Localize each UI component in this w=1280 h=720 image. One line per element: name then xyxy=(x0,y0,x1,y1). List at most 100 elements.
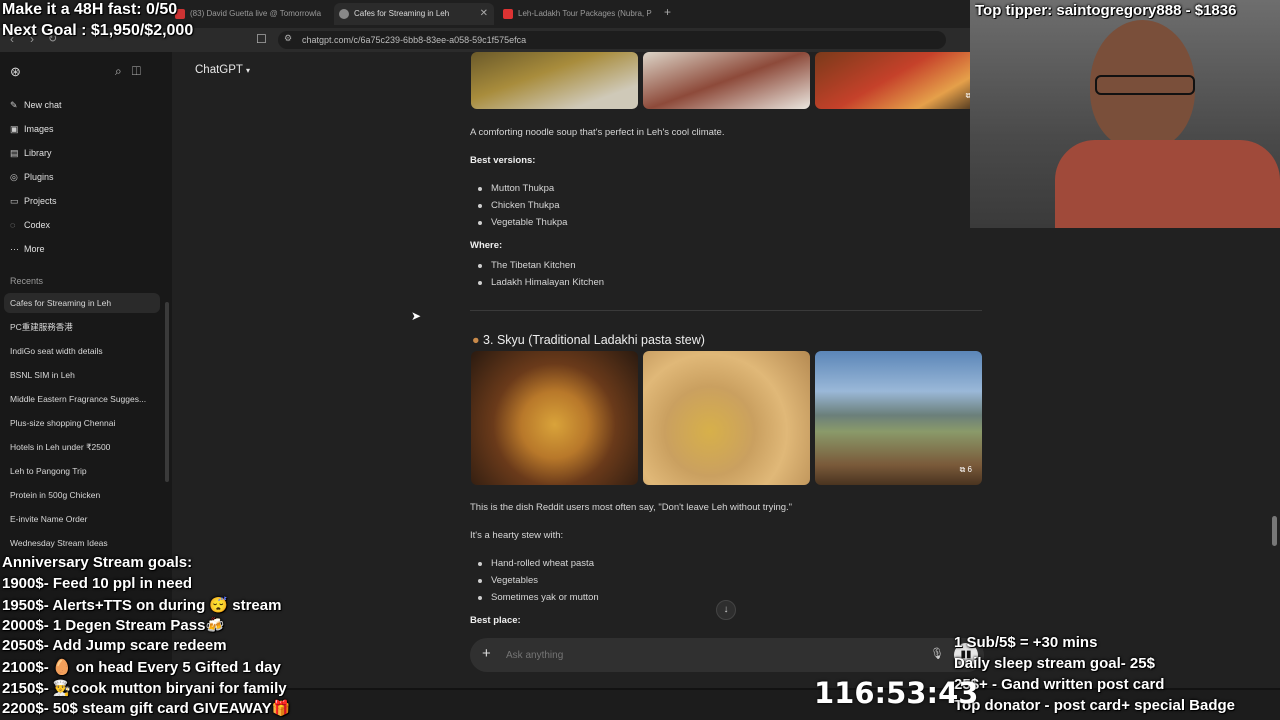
best-place-label: Best place: xyxy=(470,615,521,626)
close-icon[interactable]: ✕ xyxy=(480,3,488,25)
list-item: The Tibetan Kitchen xyxy=(478,260,576,271)
list-item: Hand-rolled wheat pasta xyxy=(478,558,594,569)
nav-new-chat[interactable]: ✎ New chat xyxy=(10,100,62,111)
anniversary-goal: 1900$- Feed 10 ppl in need xyxy=(2,575,193,592)
tab-david-guetta[interactable]: (83) David Guetta live @ Tomorrowla xyxy=(170,3,330,25)
chatgpt-icon xyxy=(339,9,349,19)
list-item: Ladakh Himalayan Kitchen xyxy=(477,277,605,288)
add-attachment-button[interactable]: + xyxy=(482,645,491,662)
glasses xyxy=(1095,75,1195,95)
arrow-down-icon: ↓ xyxy=(723,604,729,615)
sub-info-line: 1 Sub/5$ = +30 mins xyxy=(954,634,1098,651)
anniversary-goal: 2000$- 1 Degen Stream Pass🍻 xyxy=(2,617,225,634)
thukpa-image-1[interactable] xyxy=(471,52,638,109)
fast-goal-overlay: Make it a 48H fast: 0/50 xyxy=(2,1,178,18)
site-info-icon[interactable]: ⚙ xyxy=(284,33,292,44)
thukpa-image-3[interactable]: ⧉ 6 xyxy=(815,52,982,109)
sub-info-line: 25$+ - Gand written post card xyxy=(954,676,1165,693)
best-versions-label: Best versions: xyxy=(470,155,536,166)
composer: + 🎙 ▮▮ xyxy=(470,638,984,672)
stream-timer: 116:53:43 xyxy=(814,676,979,710)
tab-leh-ladakh-tours[interactable]: Leh-Ladakh Tour Packages (Nubra, P xyxy=(498,3,658,25)
sub-info-line: Top donator - post card+ special Badge xyxy=(954,697,1236,714)
nav-label: Library xyxy=(24,148,52,158)
skyu-description: This is the dish Reddit users most often… xyxy=(470,502,793,513)
sidebar-tools: ⌕ ◫ xyxy=(115,64,141,79)
prompt-input[interactable] xyxy=(504,646,904,664)
search-icon[interactable]: ⌕ xyxy=(115,64,122,78)
top-tipper-overlay: Top tipper: saintogregory888 - $1836 xyxy=(975,2,1237,19)
image-count-badge: ⧉ 6 xyxy=(960,465,972,475)
skyu-image-3[interactable]: ⧉ 6 xyxy=(815,351,982,485)
nav-library[interactable]: ▤ Library xyxy=(10,148,52,159)
bookmark-icon[interactable]: ☐ xyxy=(256,32,267,46)
recent-chat-item[interactable]: Wednesday Stream Ideas xyxy=(4,533,160,553)
sidebar-scrollbar[interactable] xyxy=(165,302,169,482)
skyu-image-2[interactable] xyxy=(643,351,810,485)
nav-label: New chat xyxy=(24,100,62,110)
tab-cafes-for-streaming[interactable]: Cafes for Streaming in Leh ✕ xyxy=(334,3,494,25)
thukpa-intro: A comforting noodle soup that's perfect … xyxy=(470,127,725,138)
recent-chat-item[interactable]: Hotels in Leh under ₹2500 xyxy=(4,437,160,457)
mouse-cursor-icon: ➤ xyxy=(411,309,422,323)
anniversary-goal: 1950$- Alerts+TTS on during 😴 stream xyxy=(2,597,282,614)
recent-chat-item[interactable]: Cafes for Streaming in Leh xyxy=(4,293,160,313)
streamer-shirt xyxy=(1055,140,1280,228)
list-item: Sometimes yak or mutton xyxy=(478,592,599,603)
tab-label: Leh-Ladakh Tour Packages (Nubra, P xyxy=(518,9,652,18)
where-label: Where: xyxy=(470,240,503,251)
anniversary-title: Anniversary Stream goals: xyxy=(2,554,193,571)
site-icon xyxy=(503,9,513,19)
url-field[interactable]: chatgpt.com/c/6a75c239-6bb8-83ee-a058-59… xyxy=(278,31,946,49)
edit-icon: ✎ xyxy=(10,100,18,110)
anniversary-goal: 2050$- Add Jump scare redeem xyxy=(2,637,227,654)
folder-icon: ▭ xyxy=(10,196,19,206)
recents-heading: Recents xyxy=(10,276,44,286)
tab-label: (83) David Guetta live @ Tomorrowla xyxy=(190,9,322,18)
nav-images[interactable]: ▣ Images xyxy=(10,124,54,135)
recent-chat-item[interactable]: Leh to Pangong Trip xyxy=(4,461,160,481)
list-item: Vegetables xyxy=(477,575,539,586)
nav-label: Plugins xyxy=(24,172,54,182)
codex-icon: ◌ xyxy=(10,220,16,230)
scroll-down-button[interactable]: ↓ xyxy=(716,600,736,620)
nav-label: Codex xyxy=(24,220,51,230)
section-heading: ● 3. Skyu (Traditional Ladakhi pasta ste… xyxy=(472,333,705,347)
anniversary-goal: 2200$- 50$ steam gift card GIVEAWAY🎁 xyxy=(2,700,291,717)
recent-chat-item[interactable]: IndiGo seat width details xyxy=(4,341,160,361)
nav-label: More xyxy=(24,244,45,254)
nav-plugins[interactable]: ◎ Plugins xyxy=(10,172,54,183)
plugin-icon: ◎ xyxy=(10,172,18,182)
nav-more[interactable]: ⋯ More xyxy=(10,244,45,255)
list-item: Mutton Thukpa xyxy=(477,183,555,194)
model-selector[interactable]: ChatGPT ▾ xyxy=(195,64,250,76)
stack-icon: ⧉ xyxy=(959,465,966,474)
sidebar: ⊛ ⌕ ◫ ✎ New chat ▣ Images ▤ Library ◎ Plugin… xyxy=(0,52,172,688)
recent-chat-item[interactable]: BSNL SIM in Leh xyxy=(4,365,160,385)
recent-chat-item[interactable]: Middle Eastern Fragrance Sugges... xyxy=(4,389,160,409)
nav-label: Projects xyxy=(24,196,57,206)
thukpa-image-2[interactable] xyxy=(643,52,810,109)
recent-chat-item[interactable]: PC重建服務香港 xyxy=(4,317,160,337)
recent-chat-item[interactable]: Plus-size shopping Chennai xyxy=(4,413,160,433)
model-name: ChatGPT xyxy=(195,64,243,76)
new-tab-button[interactable]: + xyxy=(664,5,671,19)
nav-projects[interactable]: ▭ Projects xyxy=(10,196,57,207)
bronze-medal-icon: ● xyxy=(472,333,480,347)
list-item: Chicken Thukpa xyxy=(477,200,560,211)
image-icon: ▣ xyxy=(10,124,19,134)
chevron-down-icon: ▾ xyxy=(245,66,250,75)
next-goal-overlay: Next Goal : $1,950/$2,000 xyxy=(2,22,194,39)
library-icon: ▤ xyxy=(10,148,19,158)
recent-chat-item[interactable]: Protein in 500g Chicken xyxy=(4,485,160,505)
sidebar-toggle-icon[interactable]: ◫ xyxy=(132,64,141,78)
anniversary-goal: 2100$- 🥚 on head Every 5 Gifted 1 day xyxy=(2,659,281,676)
recent-chat-item[interactable]: E-invite Name Order xyxy=(4,509,160,529)
skyu-image-1[interactable] xyxy=(471,351,638,485)
tab-label: Cafes for Streaming in Leh xyxy=(354,9,450,18)
microphone-icon[interactable]: 🎙 xyxy=(930,647,944,660)
openai-logo-icon[interactable]: ⊛ xyxy=(10,64,21,80)
image-count-label: 6 xyxy=(967,465,972,474)
nav-codex[interactable]: ◌ Codex xyxy=(10,220,50,230)
main-scrollbar[interactable] xyxy=(1272,516,1277,546)
